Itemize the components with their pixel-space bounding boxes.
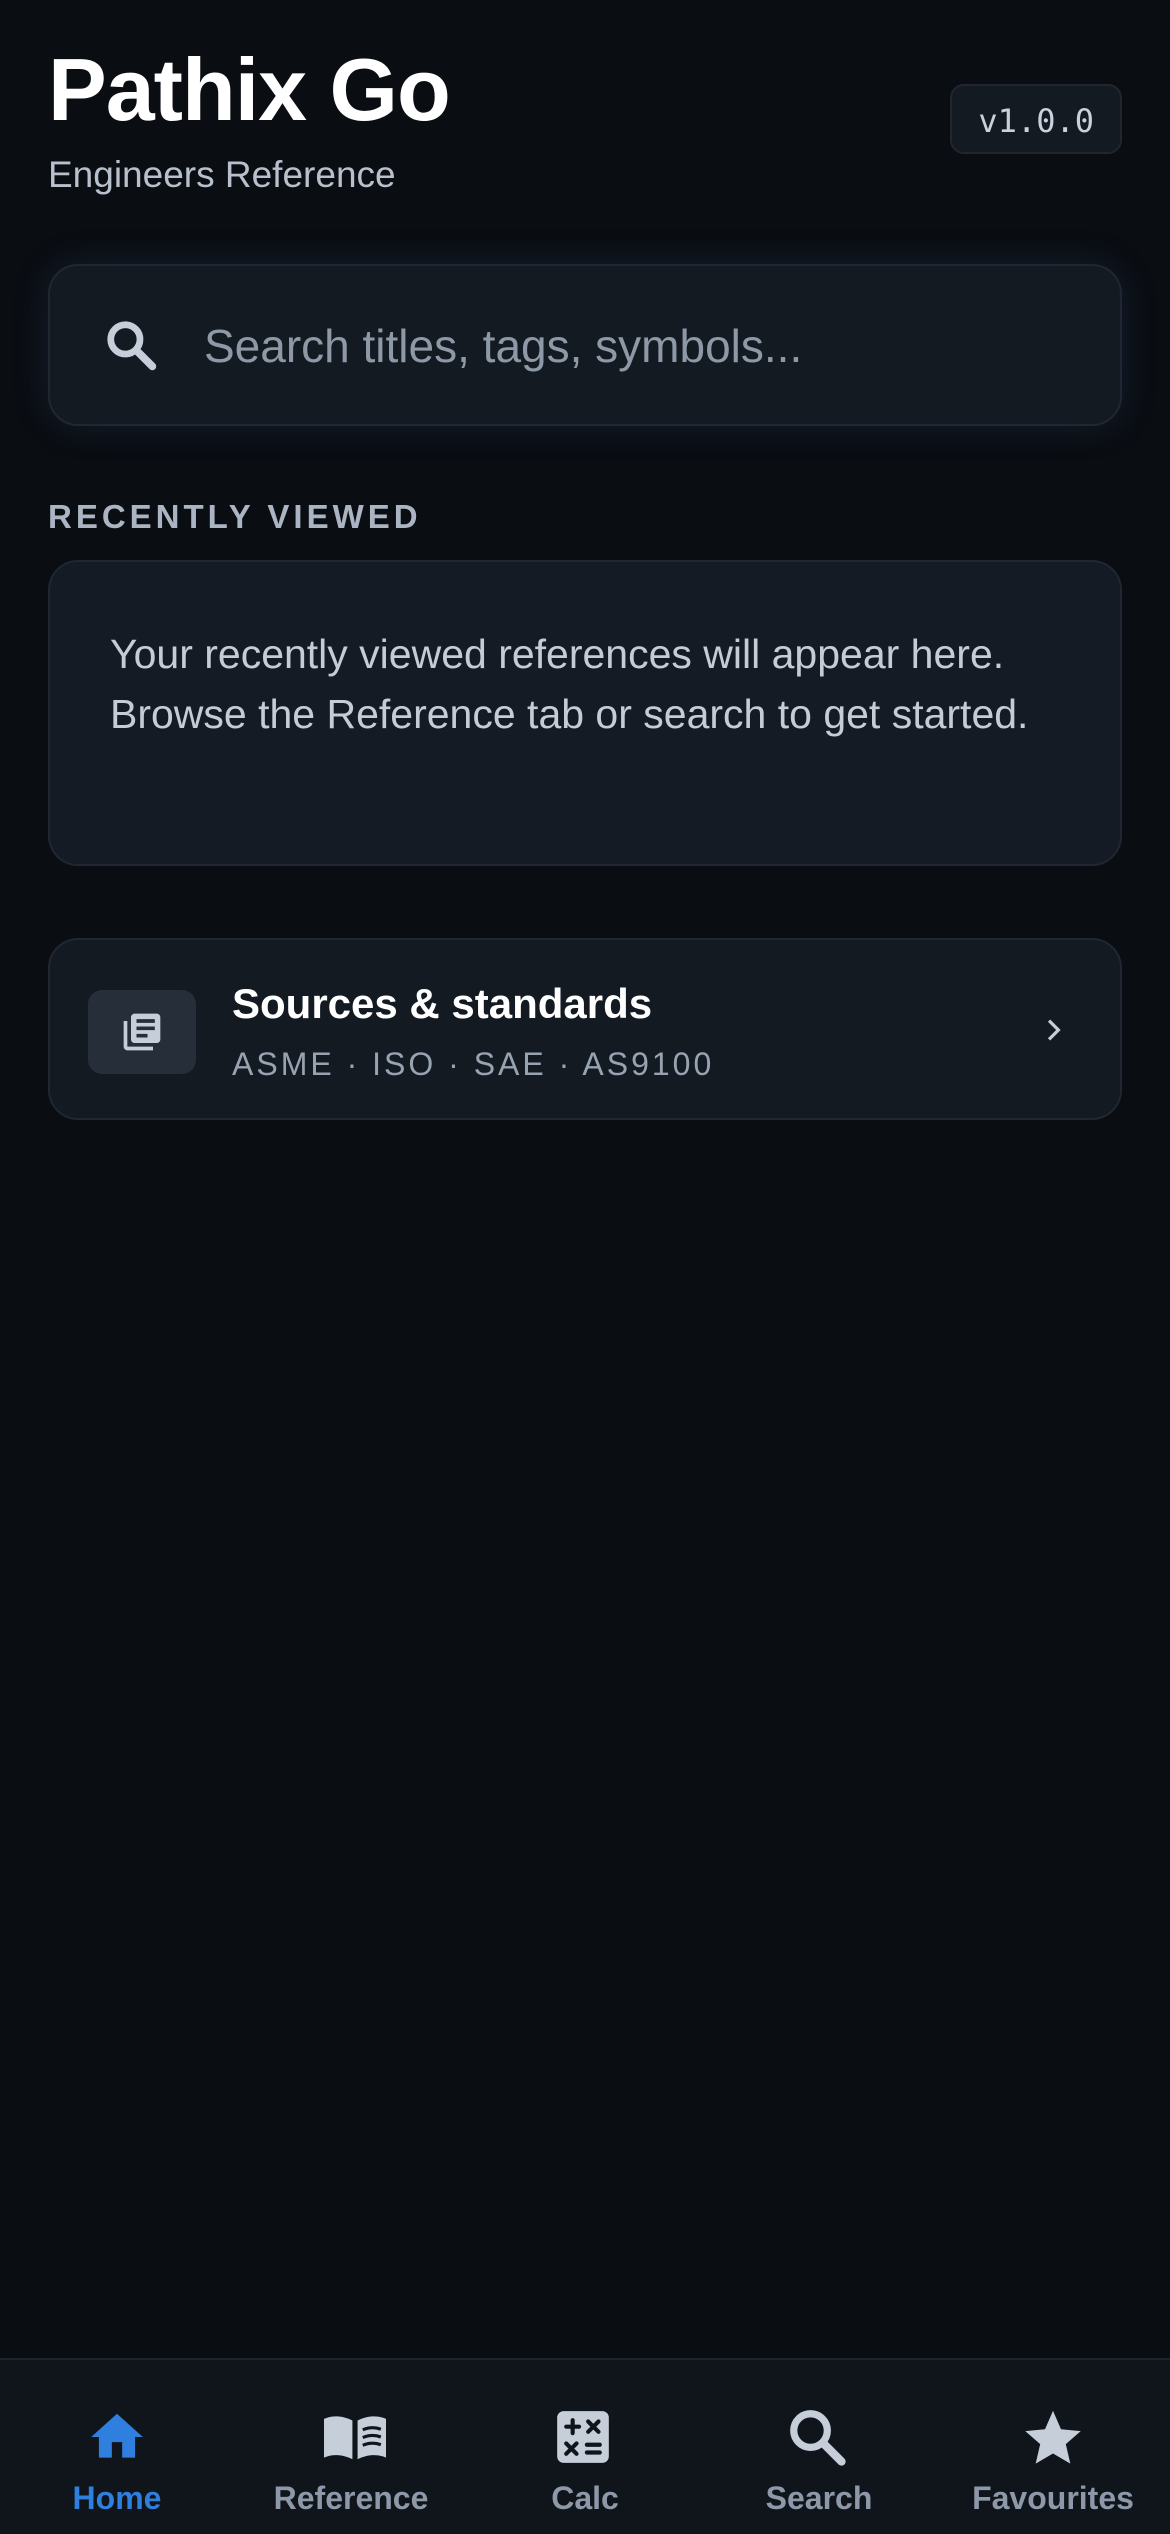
search-bar[interactable] xyxy=(48,264,1122,426)
tab-reference[interactable]: Reference xyxy=(234,2360,468,2534)
sources-title: Sources & standards xyxy=(232,980,653,1027)
tab-search[interactable]: Search xyxy=(702,2360,936,2534)
tab-search-label: Search xyxy=(765,2480,873,2516)
tab-home[interactable]: Home xyxy=(0,2360,234,2534)
app-header: Pathix Go Engineers Reference v1.0.0 xyxy=(48,40,1122,210)
tab-favourites-label: Favourites xyxy=(972,2480,1134,2516)
bottom-tab-bar: Home Reference Calc Search Favourites xyxy=(0,2358,1170,2534)
recently-viewed-empty-message: Your recently viewed references will app… xyxy=(110,631,1029,737)
book-icon xyxy=(324,2416,386,2460)
tab-calc[interactable]: Calc xyxy=(468,2360,702,2534)
tab-calc-label: Calc xyxy=(551,2480,619,2516)
sources-icon-container xyxy=(88,990,196,1074)
chevron-right-icon xyxy=(1047,1019,1061,1041)
search-icon xyxy=(107,321,157,371)
recently-viewed-heading: RECENTLY VIEWED xyxy=(48,498,422,535)
calculator-icon xyxy=(557,2411,609,2463)
version-badge: v1.0.0 xyxy=(950,84,1122,154)
tab-reference-label: Reference xyxy=(273,2480,429,2516)
app-title: Pathix Go xyxy=(48,40,451,139)
search-icon xyxy=(790,2410,846,2466)
recently-viewed-card: Your recently viewed references will app… xyxy=(48,560,1122,866)
star-icon xyxy=(1025,2410,1081,2464)
sources-subtitle: ASME · ISO · SAE · AS9100 xyxy=(232,1046,715,1082)
tab-home-label: Home xyxy=(72,2480,162,2516)
search-input[interactable] xyxy=(202,266,1080,426)
home-icon xyxy=(91,2413,143,2458)
sources-standards-row[interactable]: Sources & standards ASME · ISO · SAE · A… xyxy=(48,938,1122,1120)
tab-favourites[interactable]: Favourites xyxy=(936,2360,1170,2534)
library-icon xyxy=(123,1013,161,1051)
app-subtitle: Engineers Reference xyxy=(48,154,396,195)
